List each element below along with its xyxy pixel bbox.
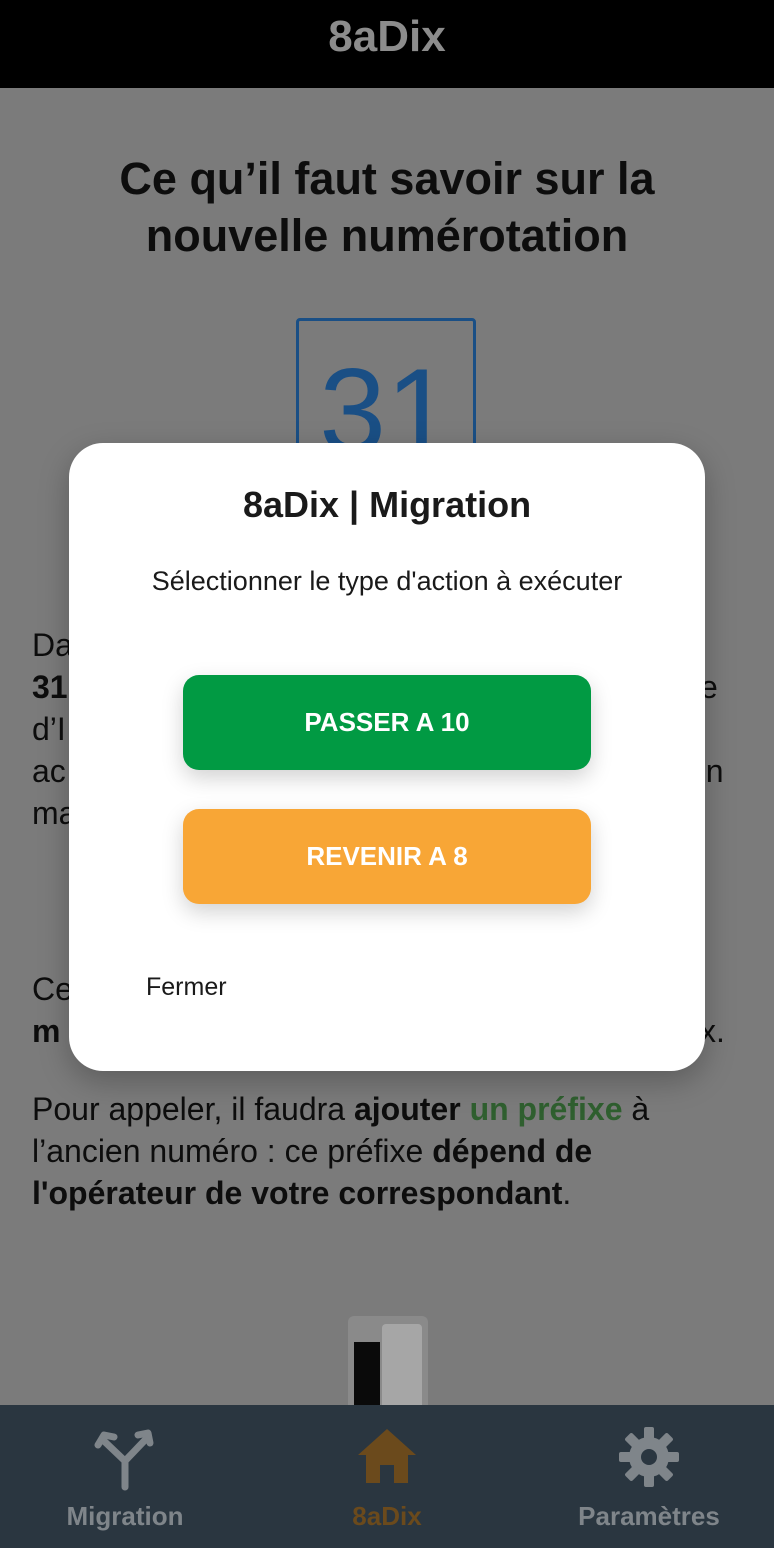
- dialog-subtitle: Sélectionner le type d'action à exécuter: [151, 566, 623, 596]
- switch-to-10-button[interactable]: PASSER A 10: [183, 675, 591, 770]
- tab-8adix-label: 8aDix: [352, 1501, 422, 1531]
- tab-8adix[interactable]: 8aDix: [262, 1405, 512, 1548]
- tab-migration[interactable]: Migration: [0, 1405, 250, 1548]
- bottom-tab-bar: Migration 8aDix Paramètres: [0, 1405, 774, 1548]
- revert-to-8-button[interactable]: REVENIR A 8: [183, 809, 591, 904]
- migration-dialog: 8aDix | Migration Sélectionner le type d…: [69, 443, 705, 1071]
- tab-parametres-label: Paramètres: [578, 1501, 720, 1531]
- tab-migration-label: Migration: [66, 1501, 184, 1531]
- close-button[interactable]: Fermer: [146, 971, 227, 1003]
- gear-icon: [619, 1427, 679, 1487]
- tab-parametres[interactable]: Paramètres: [524, 1405, 774, 1548]
- home-icon: [358, 1429, 416, 1483]
- dialog-title: 8aDix | Migration: [242, 484, 532, 525]
- fork-arrows-icon: [94, 1429, 154, 1491]
